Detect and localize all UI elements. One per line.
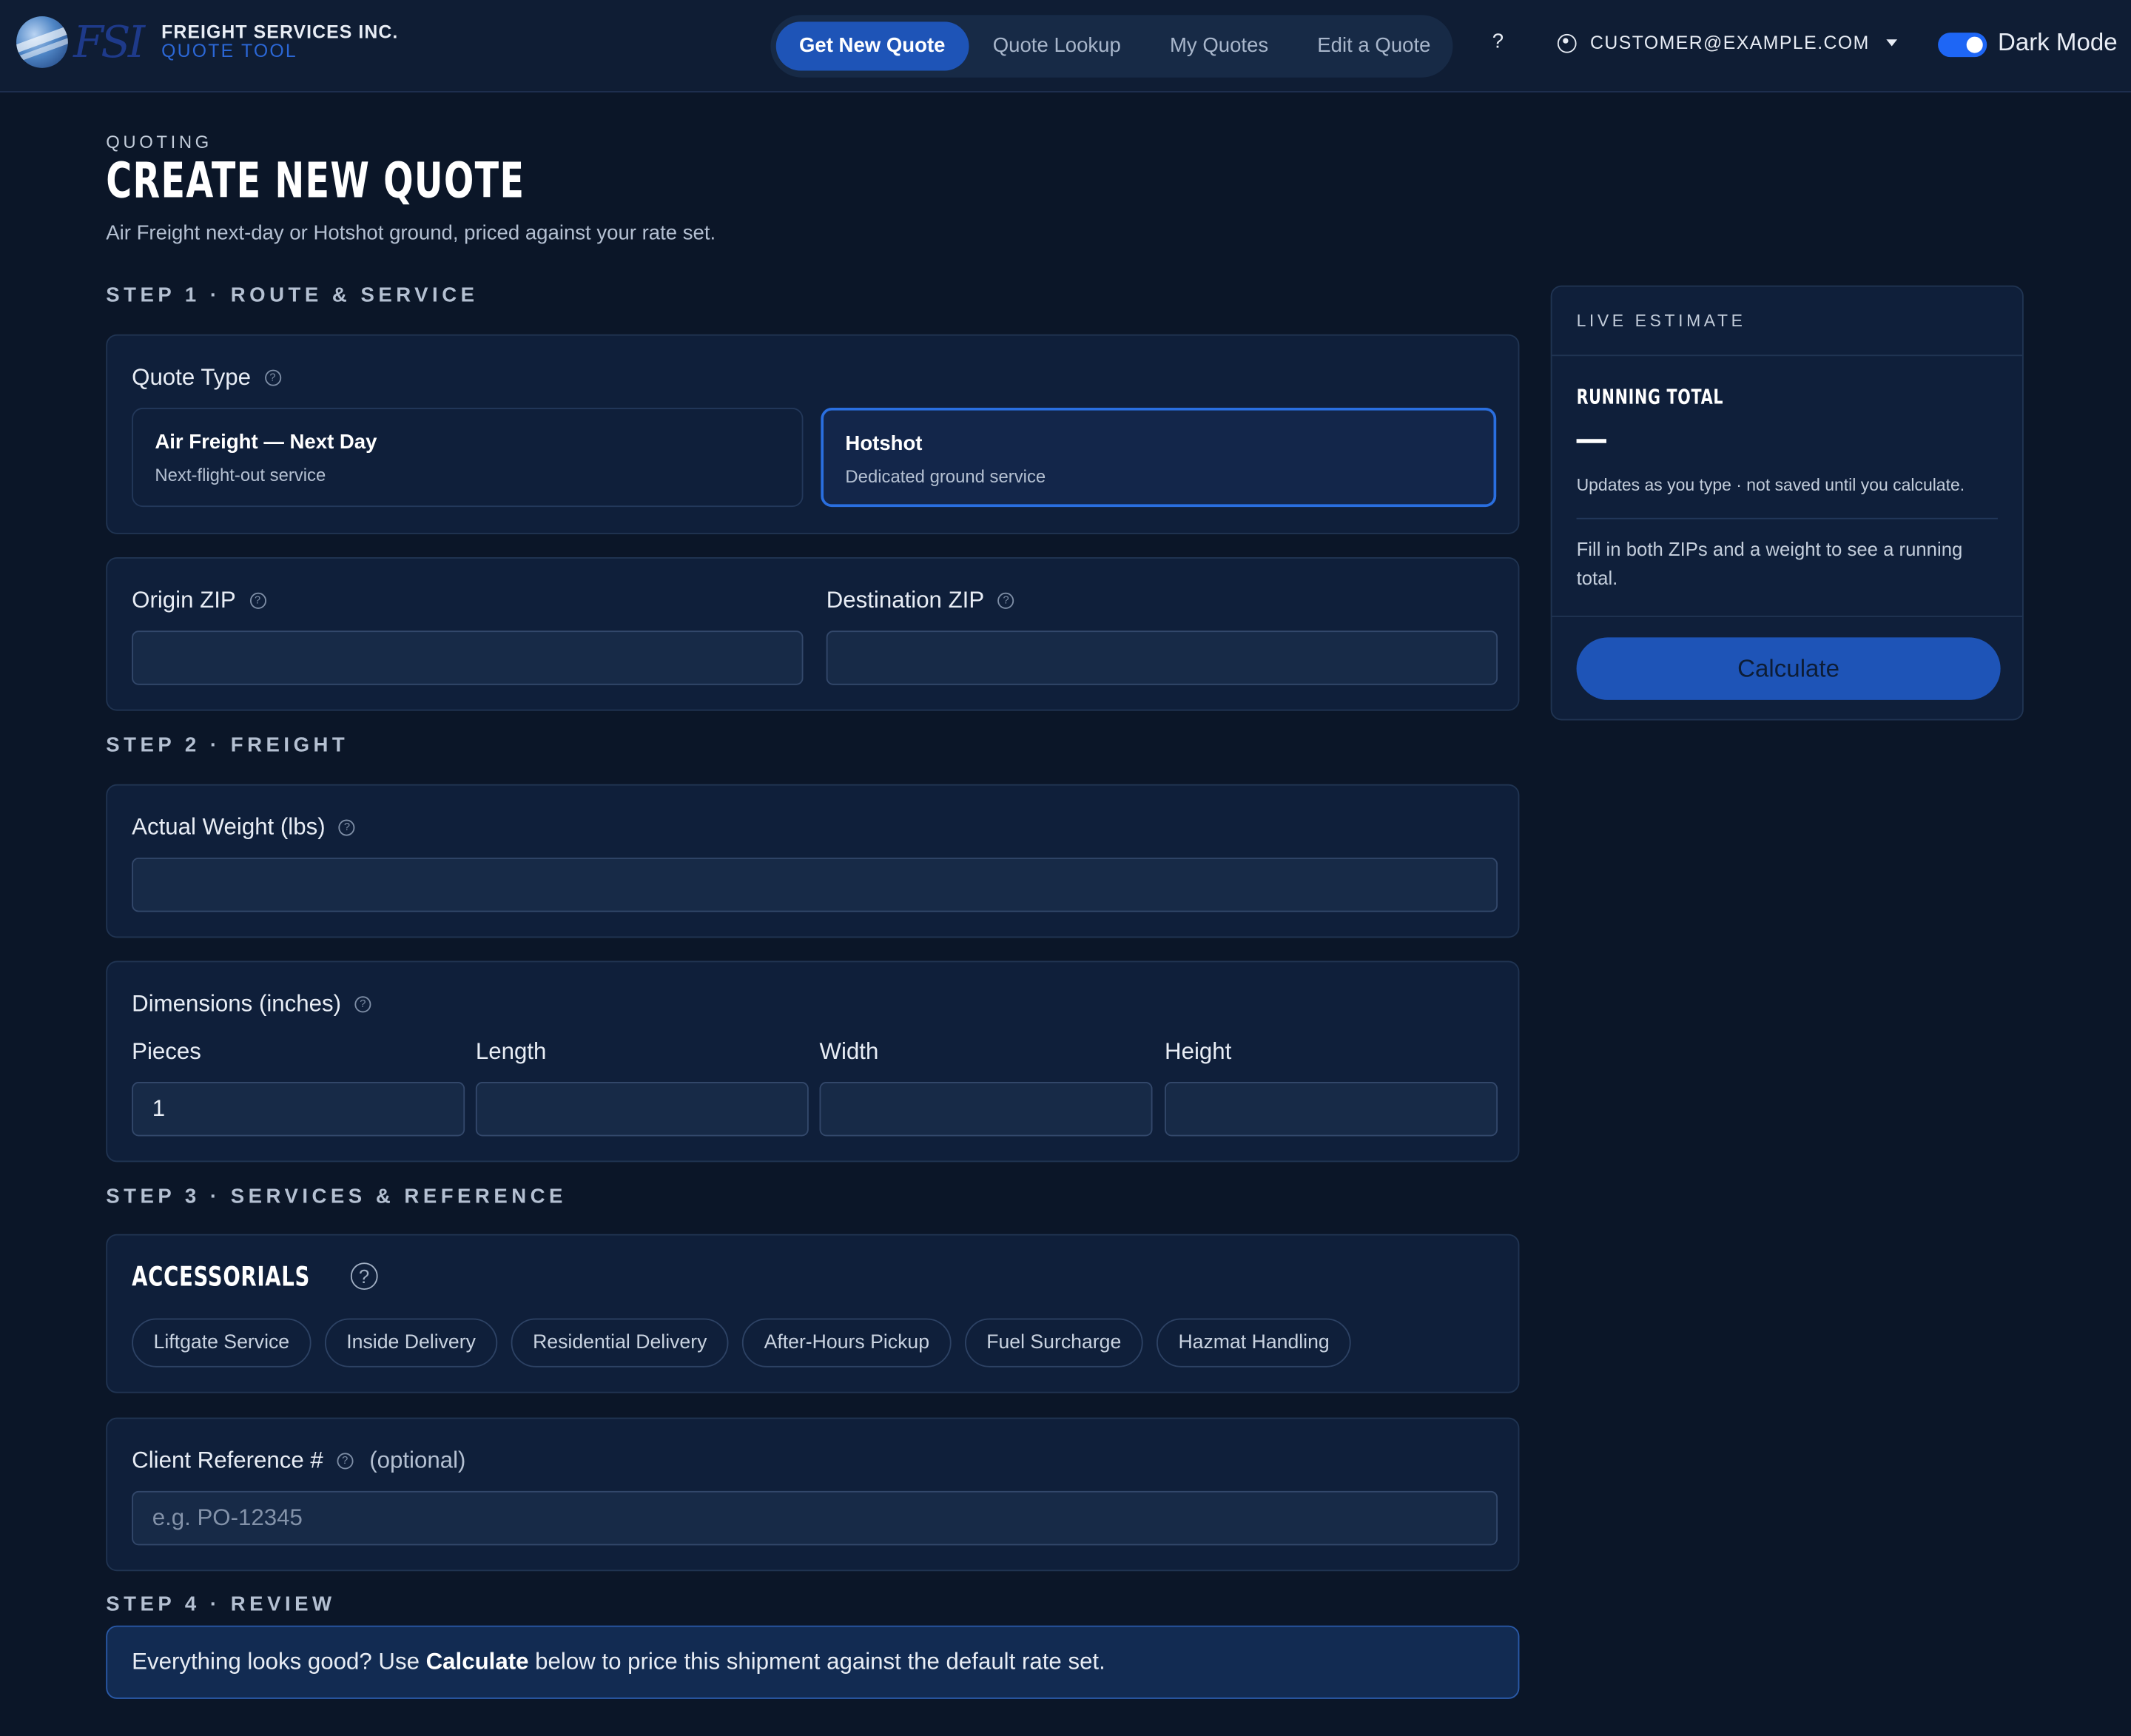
route-card: Origin ZIP ? Destination ZIP ?: [106, 557, 1520, 711]
brand-text: FREIGHT SERVICES INC. QUOTE TOOL: [161, 21, 399, 61]
running-total-value: [1576, 439, 1606, 443]
origin-zip-input[interactable]: [132, 630, 804, 685]
destination-zip-input[interactable]: [826, 630, 1498, 685]
divider: [1552, 354, 2023, 357]
choice-subtitle: Dedicated ground service: [845, 465, 1046, 487]
divider: [1576, 517, 1998, 519]
choice-subtitle: Next-flight-out service: [155, 465, 326, 485]
page-title: CREATE NEW QUOTE: [106, 153, 525, 209]
nav-edit-quote[interactable]: Edit a Quote: [1293, 21, 1455, 70]
dark-mode-toggle[interactable]: [1938, 33, 1987, 58]
dark-mode-label: Dark Mode: [1997, 28, 2118, 56]
accessorials-title: ACCESSORIALS: [132, 1259, 311, 1293]
reference-card: Client Reference # ? (optional) e.g. PO-…: [106, 1417, 1520, 1572]
page-subtitle: Air Freight next-day or Hotshot ground, …: [106, 221, 716, 245]
weight-label: Actual Weight (lbs) ?: [132, 814, 356, 841]
globe-logo-icon: [16, 16, 68, 68]
chip-inside-delivery[interactable]: Inside Delivery: [324, 1318, 498, 1367]
review-notice: Everything looks good? Use Calculate bel…: [106, 1625, 1520, 1699]
calculate-button[interactable]: Calculate: [1576, 637, 2001, 700]
running-total-label: RUNNING TOTAL: [1576, 384, 1724, 409]
quote-type-air-freight[interactable]: Air Freight — Next Day Next-flight-out s…: [132, 408, 804, 508]
chip-hazmat-handling[interactable]: Hazmat Handling: [1157, 1318, 1352, 1367]
origin-zip-label-text: Origin ZIP: [132, 587, 236, 613]
accessorials-heading: ACCESSORIALS ?: [132, 1259, 378, 1293]
question-circle-icon[interactable]: ?: [264, 369, 281, 386]
reference-label: Client Reference # ? (optional): [132, 1447, 465, 1475]
brand[interactable]: FSI FREIGHT SERVICES INC. QUOTE TOOL: [16, 16, 398, 68]
height-label: Height: [1165, 1038, 1232, 1065]
accessorials-chips: Liftgate Service Inside Delivery Residen…: [132, 1318, 1364, 1367]
chip-liftgate-service[interactable]: Liftgate Service: [132, 1318, 312, 1367]
page-eyebrow: QUOTING: [106, 132, 212, 152]
weight-card: Actual Weight (lbs) ?: [106, 784, 1520, 938]
live-estimate-panel: LIVE ESTIMATE RUNNING TOTAL Updates as y…: [1550, 285, 2024, 721]
question-circle-icon[interactable]: ?: [997, 592, 1014, 609]
destination-zip-label-text: Destination ZIP: [826, 587, 985, 613]
fill-note: Fill in both ZIPs and a weight to see a …: [1576, 538, 1963, 589]
nav-my-quotes[interactable]: My Quotes: [1145, 21, 1293, 70]
review-text-before: Everything looks good? Use: [132, 1648, 426, 1675]
weight-label-text: Actual Weight (lbs): [132, 814, 326, 841]
choice-title: Air Freight — Next Day: [155, 431, 377, 454]
dimensions-card: Dimensions (inches) ? Pieces Length Widt…: [106, 960, 1520, 1163]
user-email: CUSTOMER@EXAMPLE.COM: [1589, 33, 1870, 53]
accessorials-card: ACCESSORIALS ? Liftgate Service Inside D…: [106, 1234, 1520, 1393]
choice-title: Hotshot: [845, 432, 923, 456]
question-circle-icon[interactable]: ?: [338, 819, 356, 836]
question-circle-icon[interactable]: ?: [350, 1262, 378, 1291]
review-text-after: below to price this shipment against the…: [528, 1648, 1105, 1675]
chip-residential-delivery[interactable]: Residential Delivery: [511, 1318, 729, 1367]
question-circle-icon[interactable]: ?: [249, 592, 266, 609]
nav-get-new-quote[interactable]: Get New Quote: [775, 21, 969, 71]
brand-subtitle: QUOTE TOOL: [161, 41, 297, 61]
length-input[interactable]: [475, 1082, 809, 1137]
live-estimate-heading: LIVE ESTIMATE: [1576, 311, 1746, 331]
destination-zip-label: Destination ZIP ?: [827, 587, 1014, 614]
dimensions-label: Dimensions (inches) ?: [132, 991, 371, 1018]
caret-down-icon: [1885, 39, 1897, 47]
main-nav: Get New Quote Quote Lookup My Quotes Edi…: [770, 15, 1455, 78]
width-label: Width: [819, 1038, 879, 1065]
reference-input[interactable]: e.g. PO-12345: [132, 1490, 1498, 1546]
brand-mark: FSI: [73, 16, 145, 68]
quote-type-hotshot[interactable]: Hotshot Dedicated ground service: [821, 408, 1497, 508]
height-input[interactable]: [1165, 1082, 1498, 1137]
brand-name: FREIGHT SERVICES INC.: [161, 21, 399, 42]
user-menu[interactable]: CUSTOMER@EXAMPLE.COM: [1557, 33, 1897, 53]
user-circle-icon: [1557, 33, 1577, 53]
help-button[interactable]: ?: [1492, 30, 1504, 53]
quote-type-label-text: Quote Type: [132, 364, 252, 391]
top-navbar: FSI FREIGHT SERVICES INC. QUOTE TOOL Get…: [0, 0, 2131, 92]
step-3-heading: STEP 3 · SERVICES & REFERENCE: [106, 1185, 567, 1208]
divider: [1552, 616, 2023, 617]
review-text-bold: Calculate: [425, 1648, 529, 1675]
step-4-heading: STEP 4 · REVIEW: [106, 1592, 336, 1616]
reference-label-text: Client Reference #: [132, 1447, 323, 1473]
question-circle-icon[interactable]: ?: [337, 1453, 354, 1470]
updates-note: Updates as you type · not saved until yo…: [1576, 475, 1965, 495]
question-circle-icon[interactable]: ?: [354, 996, 371, 1013]
quote-type-label: Quote Type ?: [132, 364, 281, 391]
weight-input[interactable]: [132, 857, 1498, 912]
origin-zip-label: Origin ZIP ?: [132, 587, 266, 614]
chip-fuel-surcharge[interactable]: Fuel Surcharge: [964, 1318, 1143, 1367]
chip-after-hours-pickup[interactable]: After-Hours Pickup: [742, 1318, 952, 1367]
nav-quote-lookup[interactable]: Quote Lookup: [969, 21, 1145, 70]
optional-note: (optional): [369, 1447, 466, 1473]
quote-type-card: Quote Type ? Air Freight — Next Day Next…: [106, 334, 1520, 534]
dimensions-label-text: Dimensions (inches): [132, 990, 342, 1017]
pieces-input[interactable]: 1: [132, 1082, 465, 1137]
pieces-label: Pieces: [132, 1038, 201, 1065]
length-label: Length: [475, 1038, 547, 1065]
width-input[interactable]: [819, 1082, 1153, 1137]
step-1-heading: STEP 1 · ROUTE & SERVICE: [106, 283, 479, 308]
step-2-heading: STEP 2 · FREIGHT: [106, 733, 349, 758]
